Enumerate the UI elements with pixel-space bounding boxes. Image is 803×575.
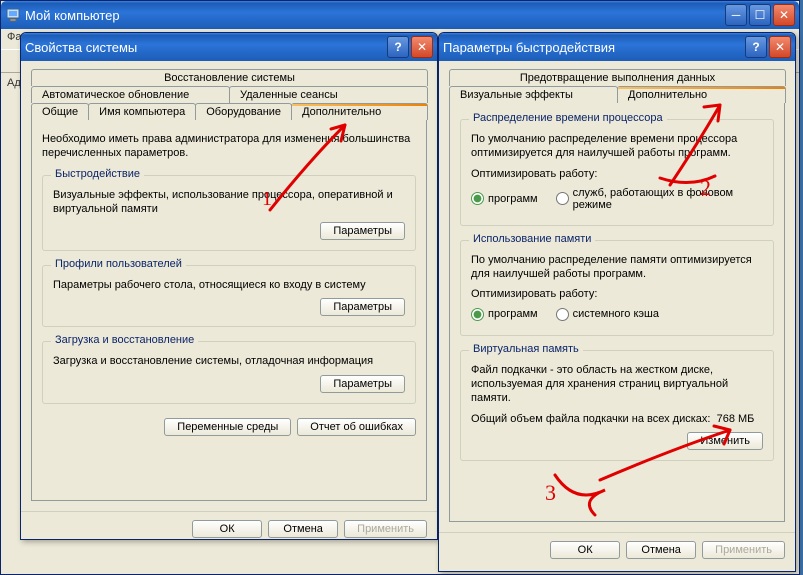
system-properties-dialog: Свойства системы ? ✕ Восстановление сист… bbox=[20, 32, 438, 540]
user-profiles-group: Профили пользователей Параметры рабочего… bbox=[42, 265, 416, 327]
apply-button[interactable]: Применить bbox=[702, 541, 785, 559]
help-button[interactable]: ? bbox=[387, 36, 409, 58]
tab-hardware[interactable]: Оборудование bbox=[195, 103, 292, 120]
tab-visual-effects[interactable]: Визуальные эффекты bbox=[449, 86, 618, 103]
explorer-title: Мой компьютер bbox=[25, 8, 725, 23]
cancel-button[interactable]: Отмена bbox=[268, 520, 338, 538]
performance-group: Быстродействие Визуальные эффекты, испол… bbox=[42, 175, 416, 252]
close-button[interactable]: ✕ bbox=[769, 36, 791, 58]
mem-programs-radio[interactable]: программ bbox=[471, 308, 538, 321]
environment-variables-button[interactable]: Переменные среды bbox=[164, 418, 291, 436]
advanced-intro-text: Необходимо иметь права админиcтратора дл… bbox=[42, 132, 416, 161]
pagefile-total-row: Общий объем файла подкачки на всех диска… bbox=[471, 412, 763, 426]
mem-cache-radio[interactable]: системного кэша bbox=[556, 308, 659, 321]
change-pagefile-button[interactable]: Изменить bbox=[687, 432, 763, 450]
ok-button[interactable]: ОК bbox=[192, 520, 262, 538]
tab-system-restore[interactable]: Восстановление системы bbox=[31, 69, 428, 86]
tab-general[interactable]: Общие bbox=[31, 103, 89, 120]
tab-auto-update[interactable]: Автоматическое обновление bbox=[31, 86, 230, 103]
cpu-programs-radio[interactable]: программ bbox=[471, 192, 538, 205]
user-profiles-legend: Профили пользователей bbox=[51, 258, 186, 270]
tab-computer-name[interactable]: Имя компьютера bbox=[88, 103, 196, 120]
startup-recovery-settings-button[interactable]: Параметры bbox=[320, 375, 405, 393]
close-button[interactable]: ✕ bbox=[773, 4, 795, 26]
memory-usage-group: Использование памяти По умолчанию распре… bbox=[460, 240, 774, 336]
performance-legend: Быстродействие bbox=[51, 168, 144, 180]
error-reporting-button[interactable]: Отчет об ошибках bbox=[297, 418, 416, 436]
explorer-titlebar: Мой компьютер ─ ☐ ✕ bbox=[1, 1, 799, 29]
performance-text: Визуальные эффекты, использование процес… bbox=[53, 188, 405, 217]
virtual-memory-text: Файл подкачки - это область на жестком д… bbox=[471, 363, 763, 406]
startup-recovery-text: Загрузка и восстановление системы, отлад… bbox=[53, 354, 405, 368]
pagefile-total-value: 768 МБ bbox=[717, 413, 755, 425]
tab-remote-sessions[interactable]: Удаленные сеансы bbox=[229, 86, 428, 103]
close-button[interactable]: ✕ bbox=[411, 36, 433, 58]
cancel-button[interactable]: Отмена bbox=[626, 541, 696, 559]
sysprops-title: Свойства системы bbox=[25, 40, 387, 55]
cpu-services-radio[interactable]: служб, работающих в фоновом режиме bbox=[556, 187, 763, 211]
mem-optimize-label: Оптимизировать работу: bbox=[471, 287, 763, 301]
performance-options-dialog: Параметры быстродействия ? ✕ Предотвраще… bbox=[438, 32, 796, 572]
startup-recovery-legend: Загрузка и восстановление bbox=[51, 334, 198, 346]
my-computer-icon bbox=[5, 7, 21, 23]
user-profiles-text: Параметры рабочего стола, относящиеся ко… bbox=[53, 278, 405, 292]
apply-button[interactable]: Применить bbox=[344, 520, 427, 538]
tab-advanced[interactable]: Дополнительно bbox=[291, 103, 428, 120]
cpu-scheduling-text: По умолчанию распределение времени проце… bbox=[471, 132, 763, 161]
tab-advanced[interactable]: Дополнительно bbox=[617, 86, 786, 103]
maximize-button[interactable]: ☐ bbox=[749, 4, 771, 26]
sysprops-titlebar: Свойства системы ? ✕ bbox=[21, 33, 437, 61]
performance-settings-button[interactable]: Параметры bbox=[320, 222, 405, 240]
perfopts-titlebar: Параметры быстродействия ? ✕ bbox=[439, 33, 795, 61]
tab-dep[interactable]: Предотвращение выполнения данных bbox=[449, 69, 786, 86]
virtual-memory-group: Виртуальная память Файл подкачки - это о… bbox=[460, 350, 774, 461]
user-profiles-settings-button[interactable]: Параметры bbox=[320, 298, 405, 316]
help-button[interactable]: ? bbox=[745, 36, 767, 58]
perfopts-title: Параметры быстродействия bbox=[443, 40, 745, 55]
sysprops-tabs: Восстановление системы Автоматическое об… bbox=[31, 69, 427, 501]
startup-recovery-group: Загрузка и восстановление Загрузка и вос… bbox=[42, 341, 416, 403]
cpu-scheduling-group: Распределение времени процессора По умол… bbox=[460, 119, 774, 226]
memory-usage-legend: Использование памяти bbox=[469, 233, 595, 245]
cpu-optimize-label: Оптимизировать работу: bbox=[471, 167, 763, 181]
virtual-memory-legend: Виртуальная память bbox=[469, 343, 583, 355]
minimize-button[interactable]: ─ bbox=[725, 4, 747, 26]
cpu-scheduling-legend: Распределение времени процессора bbox=[469, 112, 667, 124]
ok-button[interactable]: ОК bbox=[550, 541, 620, 559]
perfopts-tabs: Предотвращение выполнения данных Визуаль… bbox=[449, 69, 785, 522]
memory-usage-text: По умолчанию распределение памяти оптими… bbox=[471, 253, 763, 282]
